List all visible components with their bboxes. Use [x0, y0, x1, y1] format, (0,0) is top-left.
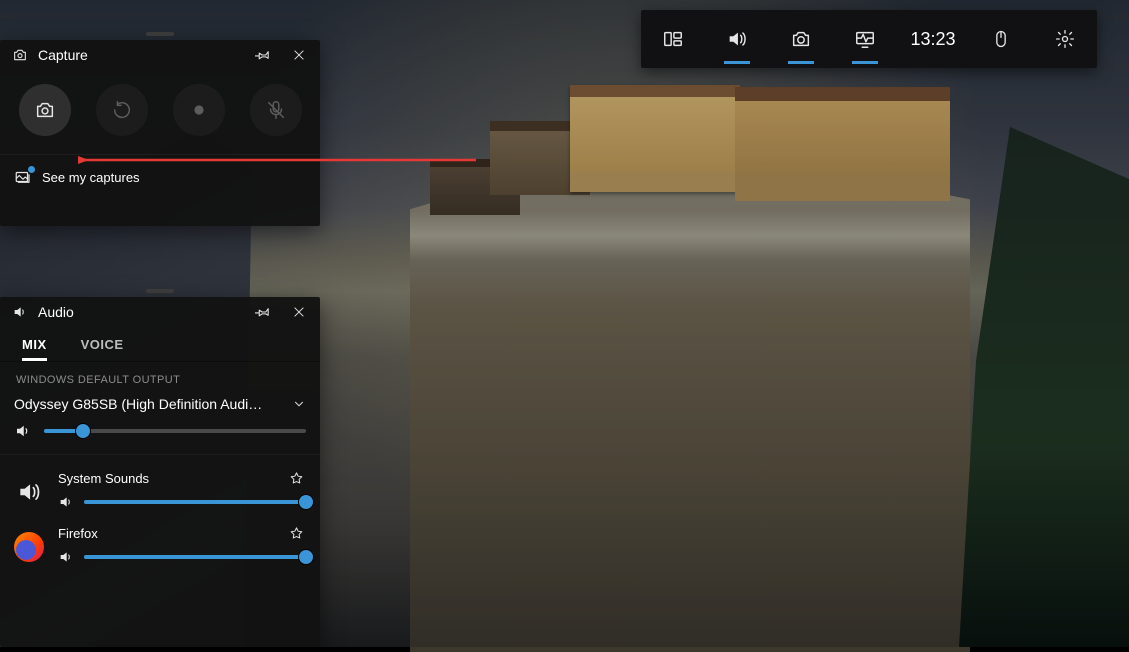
firefox-icon — [14, 532, 44, 562]
gamebar-toolbar: 13:23 — [641, 10, 1097, 68]
default-output-label: WINDOWS DEFAULT OUTPUT — [0, 362, 320, 392]
settings-button[interactable] — [1033, 10, 1097, 68]
gallery-icon — [14, 168, 32, 186]
widgets-button[interactable] — [641, 10, 705, 68]
camera-icon — [12, 47, 28, 63]
favorite-button[interactable] — [289, 471, 304, 486]
output-device-dropdown[interactable]: Odyssey G85SB (High Definition Audio D..… — [0, 392, 320, 422]
see-my-captures-button[interactable]: See my captures — [0, 154, 320, 199]
speaker-icon[interactable] — [58, 549, 74, 565]
capture-button[interactable] — [769, 10, 833, 68]
speaker-icon[interactable] — [58, 494, 74, 510]
pin-button[interactable] — [250, 42, 276, 68]
start-recording-button[interactable] — [173, 84, 225, 136]
mic-toggle-button[interactable] — [250, 84, 302, 136]
pin-button[interactable] — [250, 299, 276, 325]
system-sounds-icon — [14, 477, 44, 507]
screenshot-button[interactable] — [19, 84, 71, 136]
drag-handle[interactable] — [146, 32, 174, 36]
close-button[interactable] — [286, 299, 312, 325]
mixer-row-firefox: Firefox — [14, 520, 306, 575]
capture-panel: Capture See my captures — [0, 40, 320, 226]
audio-title: Audio — [38, 304, 74, 320]
master-volume-slider[interactable] — [44, 429, 306, 433]
audio-button[interactable] — [705, 10, 769, 68]
tab-voice[interactable]: VOICE — [81, 331, 124, 361]
favorite-button[interactable] — [289, 526, 304, 541]
output-device-name: Odyssey G85SB (High Definition Audio D..… — [14, 396, 264, 412]
mouse-button[interactable] — [969, 10, 1033, 68]
chevron-down-icon — [292, 397, 306, 411]
see-my-captures-label: See my captures — [42, 170, 140, 185]
mixer-row-system-sounds: System Sounds — [14, 465, 306, 520]
drag-handle[interactable] — [146, 289, 174, 293]
speaker-icon — [12, 304, 28, 320]
speaker-icon[interactable] — [14, 422, 32, 440]
clock: 13:23 — [897, 10, 969, 68]
audio-panel: Audio MIX VOICE WINDOWS DEFAULT OUTPUT O… — [0, 297, 320, 647]
app-volume-slider[interactable] — [84, 500, 306, 504]
tab-mix[interactable]: MIX — [22, 331, 47, 361]
app-name: Firefox — [58, 526, 98, 541]
app-name: System Sounds — [58, 471, 149, 486]
record-last-button[interactable] — [96, 84, 148, 136]
close-button[interactable] — [286, 42, 312, 68]
performance-button[interactable] — [833, 10, 897, 68]
app-volume-slider[interactable] — [84, 555, 306, 559]
capture-title: Capture — [38, 47, 88, 63]
